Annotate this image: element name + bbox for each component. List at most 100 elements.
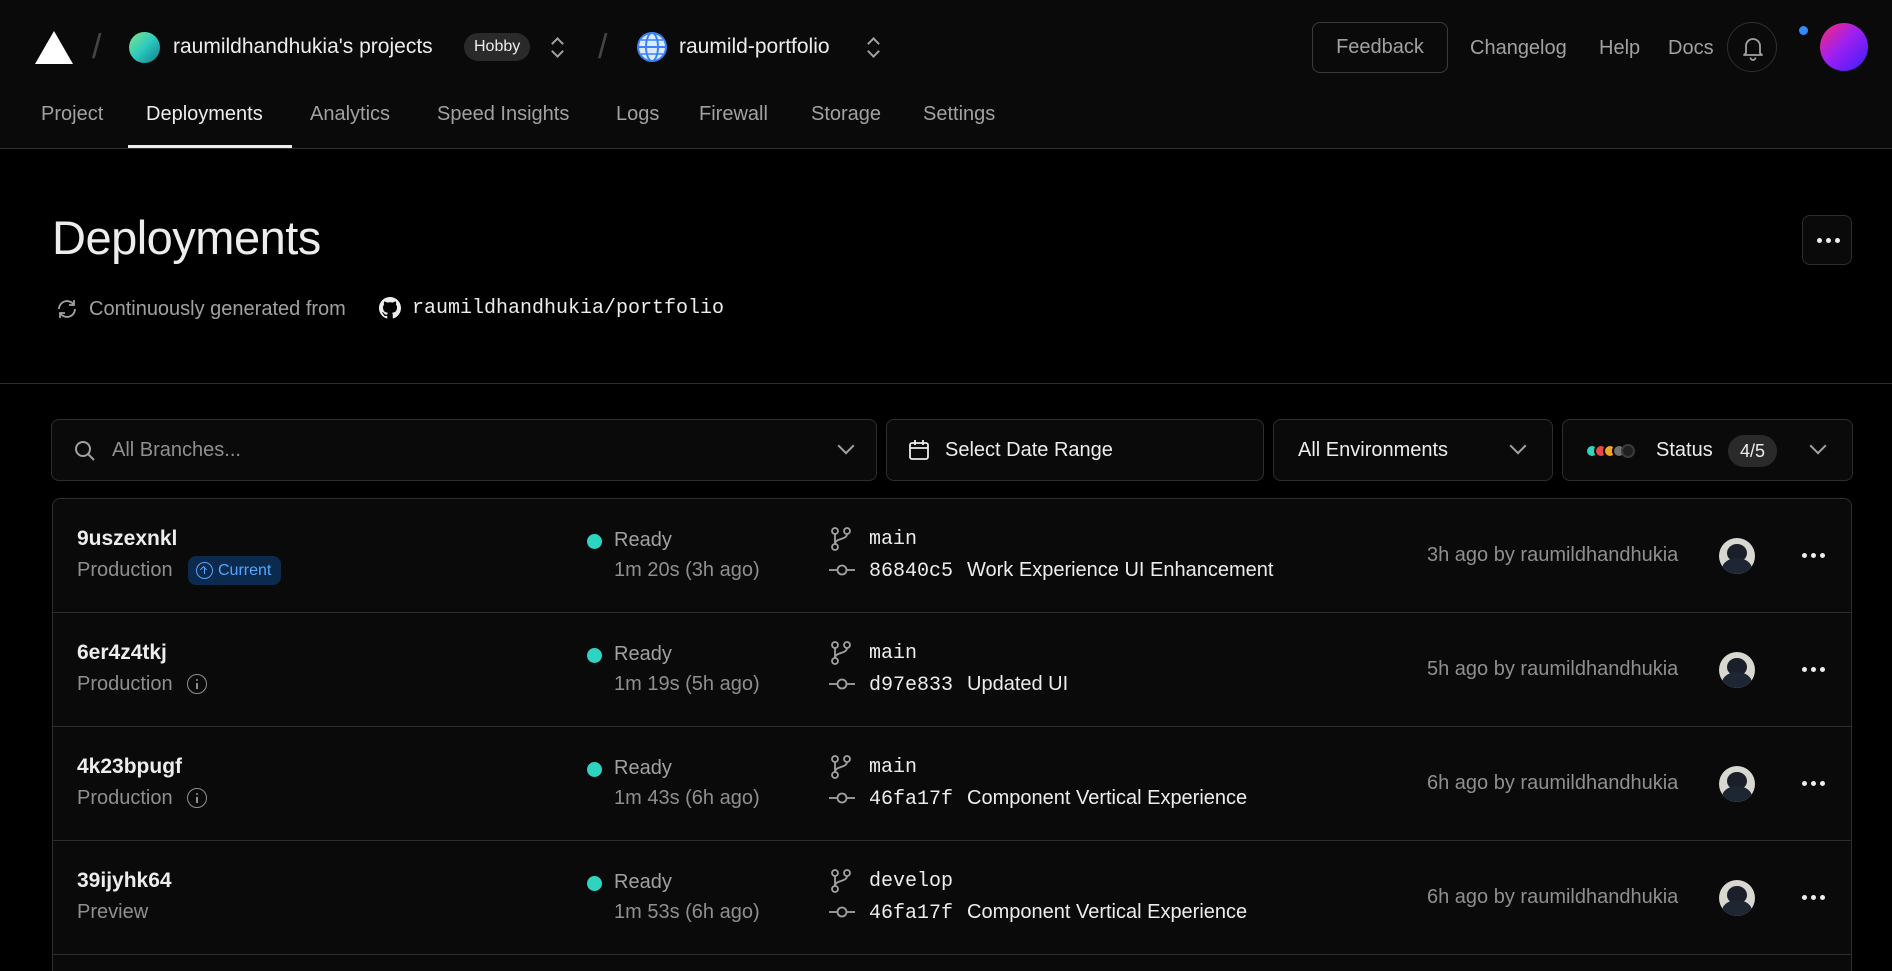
commit-message[interactable]: Updated UI xyxy=(967,671,1068,697)
branch-filter[interactable]: All Branches... xyxy=(51,419,877,481)
deployment-created: 3h ago by raumildhandhukia xyxy=(1427,544,1679,566)
github-icon xyxy=(379,297,401,319)
top-navigation: / raumildhandhukia's projects Hobby / ra… xyxy=(0,0,1892,149)
branch-name[interactable]: main xyxy=(869,641,917,667)
branch-name[interactable]: main xyxy=(869,755,917,781)
status-dot xyxy=(587,876,602,891)
deployment-duration: 1m 53s (6h ago) xyxy=(614,901,760,923)
commit-sha[interactable]: 46fa17f xyxy=(869,901,953,927)
deployment-id[interactable]: 4k23bpugf xyxy=(77,754,182,780)
deployments-list: 9uszexnkl Production Current Ready 1m 20… xyxy=(52,498,1852,971)
author-avatar xyxy=(1719,652,1755,688)
branch-search-input[interactable]: All Branches... xyxy=(112,438,241,462)
tab-storage[interactable]: Storage xyxy=(811,102,881,126)
project-switcher-icon[interactable] xyxy=(866,36,880,58)
deployment-created: 6h ago by raumildhandhukia xyxy=(1427,772,1679,794)
date-range-label: Select Date Range xyxy=(945,439,1113,461)
git-commit-icon xyxy=(829,564,855,576)
deployment-row[interactable]: 9uszexnkl Production Current Ready 1m 20… xyxy=(53,499,1851,613)
breadcrumb-separator: / xyxy=(598,28,608,66)
page-more-button[interactable] xyxy=(1802,215,1852,265)
docs-link[interactable]: Docs xyxy=(1668,35,1714,61)
author-avatar xyxy=(1719,538,1755,574)
tab-project[interactable]: Project xyxy=(41,102,103,126)
team-avatar[interactable] xyxy=(129,32,160,63)
tab-deployments[interactable]: Deployments xyxy=(146,102,263,126)
tab-analytics[interactable]: Analytics xyxy=(310,102,390,126)
notifications-button[interactable] xyxy=(1727,22,1777,72)
deployment-duration: 1m 19s (5h ago) xyxy=(614,673,760,695)
commit-sha[interactable]: 86840c5 xyxy=(869,559,953,585)
deployment-row[interactable]: 4k23bpugf Production Ready 1m 43s (6h ag… xyxy=(53,727,1851,841)
plan-badge: Hobby xyxy=(464,33,531,61)
section-divider xyxy=(0,383,1892,384)
deployment-duration: 1m 43s (6h ago) xyxy=(614,787,760,809)
deployment-status: Ready xyxy=(614,757,672,779)
tab-logs[interactable]: Logs xyxy=(616,102,659,126)
bell-icon xyxy=(1743,38,1763,61)
deployment-id[interactable]: 39ijyhk64 xyxy=(77,868,172,894)
git-commit-icon xyxy=(829,678,855,690)
row-more-button[interactable] xyxy=(1799,656,1829,684)
environment-filter[interactable]: All Environments xyxy=(1273,419,1553,481)
more-icon xyxy=(1802,781,1826,787)
status-filter[interactable]: Status 4/5 xyxy=(1562,419,1853,481)
deployment-created: 6h ago by raumildhandhukia xyxy=(1427,886,1679,908)
chevron-down-icon xyxy=(1509,437,1527,455)
deployment-id[interactable]: 6er4z4tkj xyxy=(77,640,167,666)
branch-name[interactable]: develop xyxy=(869,869,953,895)
current-badge-label: Current xyxy=(218,562,272,579)
commit-message[interactable]: Component Vertical Experience xyxy=(967,785,1247,811)
git-branch-icon xyxy=(831,755,851,779)
help-link[interactable]: Help xyxy=(1599,35,1640,61)
info-icon[interactable] xyxy=(187,674,207,694)
notification-dot xyxy=(1797,24,1810,37)
status-dot xyxy=(587,762,602,777)
changelog-link[interactable]: Changelog xyxy=(1470,35,1567,61)
vercel-logo-icon[interactable] xyxy=(35,31,73,64)
status-colors-icon xyxy=(1585,444,1635,458)
branch-name[interactable]: main xyxy=(869,527,917,553)
project-name[interactable]: raumild-portfolio xyxy=(679,34,830,60)
date-range-filter[interactable]: Select Date Range xyxy=(886,419,1264,481)
repository-link[interactable]: raumildhandhukia/portfolio xyxy=(412,295,724,323)
git-branch-icon xyxy=(831,641,851,665)
deployment-duration: 1m 20s (3h ago) xyxy=(614,559,760,581)
info-icon[interactable] xyxy=(187,788,207,808)
refresh-icon xyxy=(58,300,76,318)
tab-settings[interactable]: Settings xyxy=(923,102,995,126)
chevron-down-icon xyxy=(837,437,855,455)
deployment-row[interactable]: 6er4z4tkj Production Ready 1m 19s (5h ag… xyxy=(53,613,1851,727)
row-more-button[interactable] xyxy=(1799,542,1829,570)
tab-firewall[interactable]: Firewall xyxy=(699,102,768,126)
deployment-environment: Preview xyxy=(77,901,149,923)
team-name[interactable]: raumildhandhukia's projects xyxy=(173,34,433,60)
deployment-environment: Production xyxy=(77,673,173,695)
commit-sha[interactable]: 46fa17f xyxy=(869,787,953,813)
tab-speed-insights[interactable]: Speed Insights xyxy=(437,102,569,126)
deployment-id[interactable]: 9uszexnkl xyxy=(77,526,177,552)
author-avatar xyxy=(1719,766,1755,802)
chevron-down-icon xyxy=(1809,437,1827,455)
commit-message[interactable]: Component Vertical Experience xyxy=(967,899,1247,925)
status-count-badge: 4/5 xyxy=(1728,435,1778,467)
deployment-environment: Production xyxy=(77,559,173,581)
more-icon xyxy=(1817,238,1841,244)
git-commit-icon xyxy=(829,792,855,804)
team-switcher-icon[interactable] xyxy=(550,36,564,58)
arrow-up-circle-icon xyxy=(196,562,213,579)
git-branch-icon xyxy=(831,869,851,893)
commit-sha[interactable]: d97e833 xyxy=(869,673,953,699)
deployment-row[interactable]: 39ijyhk64 Preview Ready 1m 53s (6h ago) … xyxy=(53,841,1851,955)
feedback-button[interactable]: Feedback xyxy=(1312,22,1448,73)
deployment-environment: Production xyxy=(77,787,173,809)
commit-message[interactable]: Work Experience UI Enhancement xyxy=(967,557,1273,583)
environment-label: All Environments xyxy=(1298,439,1449,461)
row-more-button[interactable] xyxy=(1799,770,1829,798)
user-avatar[interactable] xyxy=(1820,23,1868,71)
more-icon xyxy=(1802,553,1826,559)
globe-icon xyxy=(637,32,667,62)
status-dot xyxy=(587,534,602,549)
active-tab-indicator xyxy=(128,145,292,148)
row-more-button[interactable] xyxy=(1799,884,1829,912)
